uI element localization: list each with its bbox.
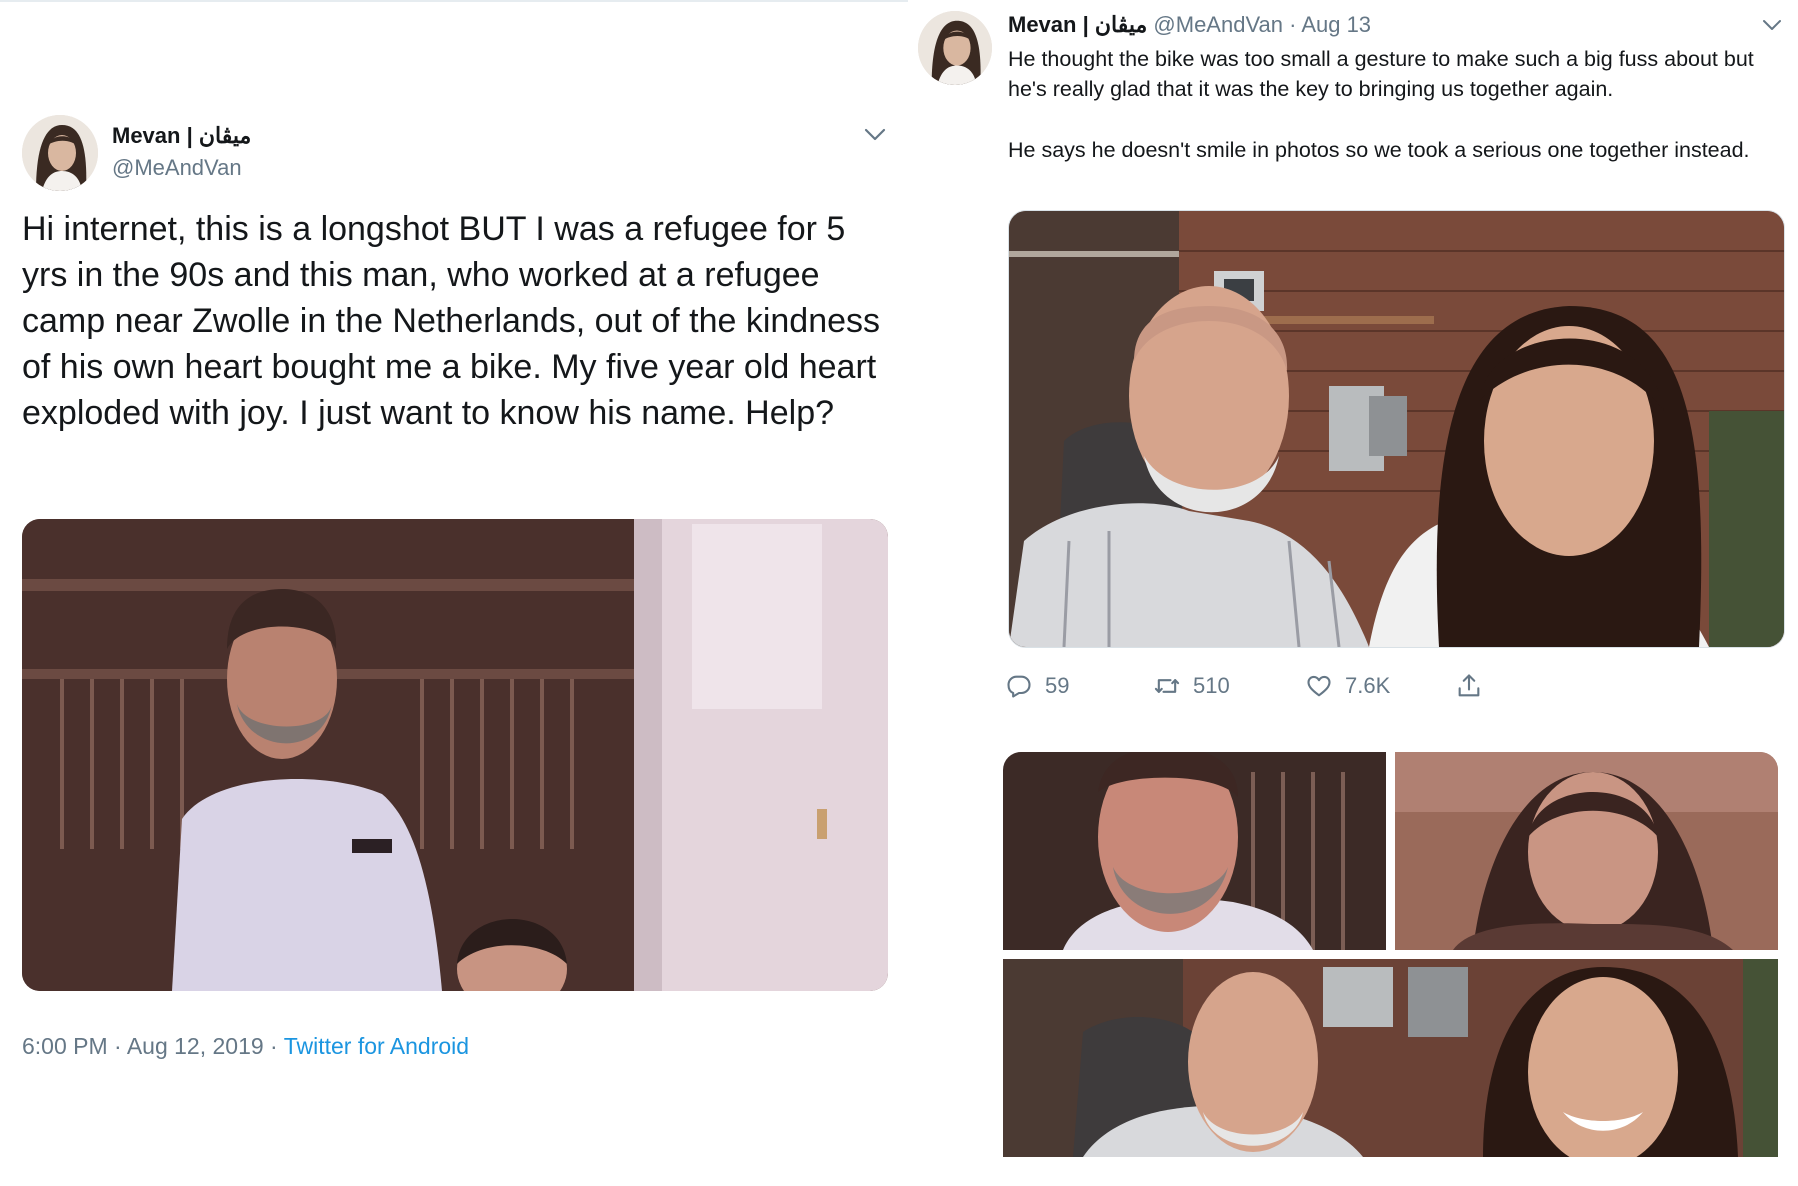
reply-icon xyxy=(1007,675,1031,698)
reply-count: 59 xyxy=(1045,673,1070,698)
tweet-time[interactable]: 6:00 PM xyxy=(22,1033,108,1059)
like-count: 7.6K xyxy=(1345,673,1391,698)
user-handle[interactable]: @MeAndVan xyxy=(112,155,242,181)
retweet-count: 510 xyxy=(1193,673,1230,698)
chevron-down-icon[interactable] xyxy=(1760,16,1784,34)
tweet-paragraph: He thought the bike was too small a gest… xyxy=(1008,47,1754,101)
display-name[interactable]: Mevan | ميڤان xyxy=(112,123,251,149)
tweet-photo[interactable] xyxy=(22,519,888,991)
display-name[interactable]: Mevan | ميڤان xyxy=(1008,12,1147,37)
tweet-photo[interactable] xyxy=(1008,210,1785,648)
separator: · xyxy=(107,1033,127,1059)
user-handle[interactable]: @MeAndVan xyxy=(1153,12,1283,37)
retweet-icon xyxy=(1154,679,1180,693)
tweet-date[interactable]: Aug 13 xyxy=(1301,12,1371,37)
like-button[interactable]: 7.6K xyxy=(1305,666,1390,706)
heart-icon xyxy=(1307,675,1331,697)
collage-photo[interactable] xyxy=(1003,752,1778,1157)
separator: · xyxy=(1282,12,1302,37)
main-tweet: Mevan | ميڤان @MeAndVan Hi internet, thi… xyxy=(0,0,908,1186)
tweet-text: Hi internet, this is a longshot BUT I wa… xyxy=(22,210,881,432)
share-button[interactable] xyxy=(1455,666,1495,706)
reply-tweet-header: Mevan | ميڤان @MeAndVan · Aug 13 xyxy=(1008,12,1371,38)
avatar[interactable] xyxy=(918,11,992,85)
separator: · xyxy=(263,1033,284,1059)
reply-button[interactable]: 59 xyxy=(1005,666,1069,706)
tweet-metadata: 6:00 PM · Aug 12, 2019 · Twitter for And… xyxy=(22,1033,469,1060)
reply-tweet-text: He thought the bike was too small a gest… xyxy=(1008,44,1778,165)
chevron-down-icon[interactable] xyxy=(862,124,888,144)
tweet-actions: 59 510 7.6K xyxy=(1005,666,1505,706)
retweet-button[interactable]: 510 xyxy=(1153,666,1230,706)
avatar[interactable] xyxy=(22,115,98,191)
tweet-paragraph: He says he doesn't smile in photos so we… xyxy=(1008,138,1750,162)
tweet-source-link[interactable]: Twitter for Android xyxy=(284,1033,469,1059)
tweet-date[interactable]: Aug 12, 2019 xyxy=(127,1033,264,1059)
share-icon xyxy=(1458,674,1480,697)
